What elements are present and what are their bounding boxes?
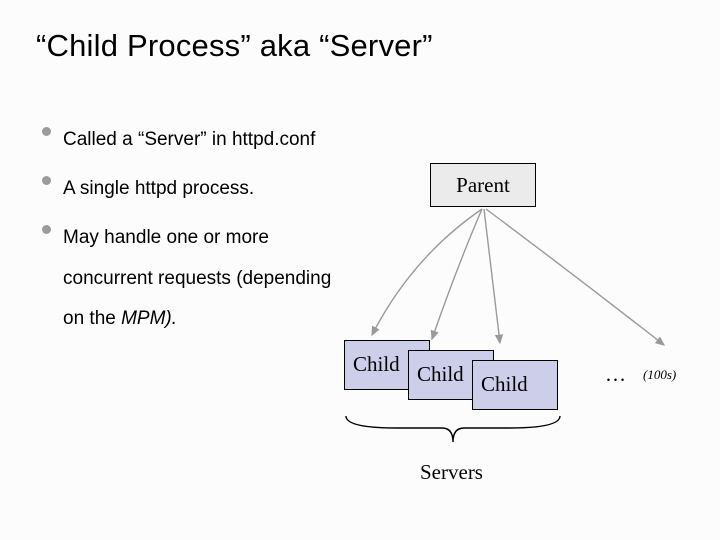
child-node: Child xyxy=(472,360,558,410)
arrows-icon xyxy=(342,207,692,347)
hundreds-label: (100s) xyxy=(643,367,676,383)
bullet-item: May handle one or more concurrent reques… xyxy=(42,218,352,341)
ellipsis-label: … xyxy=(605,362,626,387)
servers-label: Servers xyxy=(420,460,483,485)
brace-icon xyxy=(342,412,564,452)
bullet-item: Called a “Server” in httpd.conf xyxy=(42,120,352,161)
bullet-list: Called a “Server” in httpd.conf A single… xyxy=(42,120,352,348)
bullet-item: A single httpd process. xyxy=(42,169,352,210)
bullet-text: Called a “Server” in httpd.conf xyxy=(63,120,315,161)
bullet-text: May handle one or more concurrent reques… xyxy=(63,218,352,341)
bullet-icon xyxy=(42,225,51,234)
bullet-text-part: May handle one or more concurrent reques… xyxy=(63,227,331,330)
bullet-text-italic: MPM). xyxy=(121,308,177,329)
bullet-icon xyxy=(42,127,51,136)
bullet-text: A single httpd process. xyxy=(63,169,254,210)
bullet-icon xyxy=(42,176,51,185)
parent-node: Parent xyxy=(430,163,536,207)
slide-title: “Child Process” aka “Server” xyxy=(36,28,433,64)
